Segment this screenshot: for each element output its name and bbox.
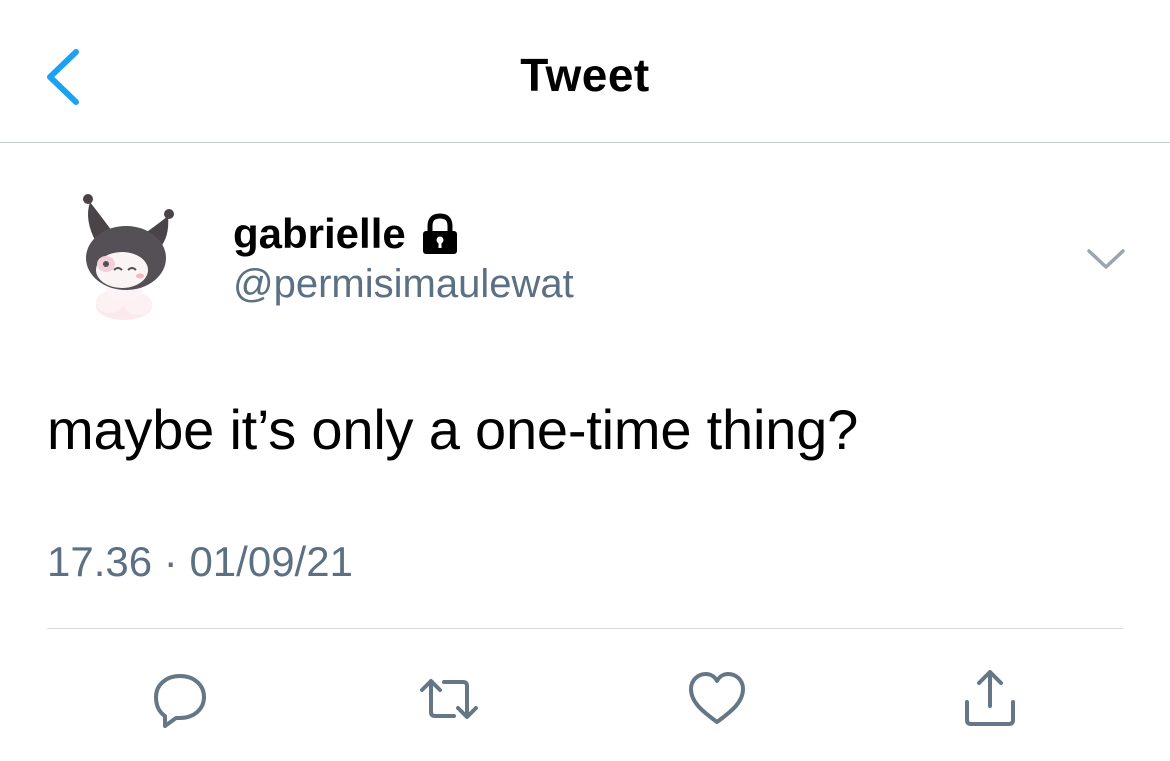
retweet-button[interactable] <box>414 664 484 734</box>
tweet-date: 01/09/21 <box>189 538 353 585</box>
tweet-detail-screen: Tweet gabrielle @permisimaulewat maybe i… <box>0 0 1170 761</box>
lock-icon <box>420 212 460 256</box>
chevron-down-icon <box>1087 249 1125 269</box>
top-navigation-bar: Tweet <box>0 0 1170 143</box>
divider <box>47 628 1123 629</box>
reply-icon <box>154 674 206 728</box>
timestamp-separator: · <box>163 538 178 585</box>
more-options-button[interactable] <box>1084 242 1128 276</box>
like-button[interactable] <box>682 664 752 734</box>
display-name[interactable]: gabrielle <box>233 210 406 258</box>
share-icon <box>965 670 1015 726</box>
page-title: Tweet <box>520 49 650 101</box>
author-name-row: gabrielle <box>233 206 460 262</box>
tweet-time: 17.36 <box>47 538 153 585</box>
kuromi-avatar-icon <box>83 194 174 320</box>
share-button[interactable] <box>955 664 1025 734</box>
avatar[interactable] <box>78 190 176 324</box>
tweet-timestamp: 17.36 · 01/09/21 <box>47 538 353 586</box>
retweet-icon <box>420 679 478 719</box>
author-handle[interactable]: @permisimaulewat <box>233 262 574 307</box>
tweet-text: maybe it’s only a one-time thing? <box>47 398 859 461</box>
heart-icon <box>689 672 745 724</box>
reply-button[interactable] <box>145 664 215 734</box>
